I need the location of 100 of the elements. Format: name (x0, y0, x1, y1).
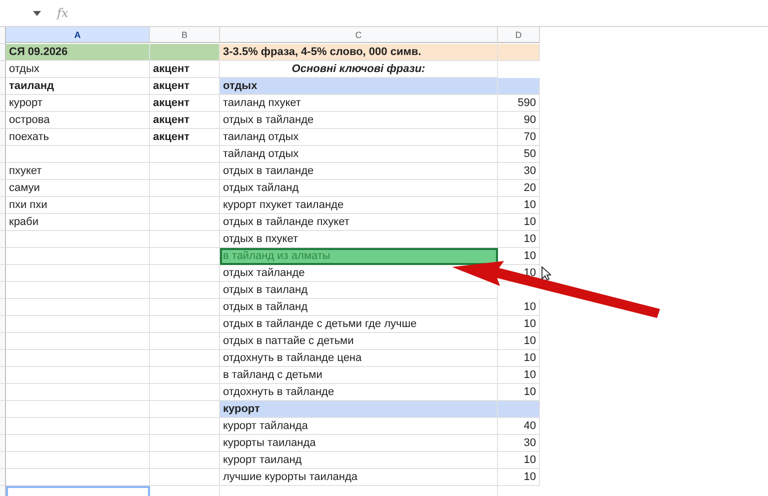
table-cell[interactable] (150, 452, 220, 469)
table-cell[interactable] (150, 469, 220, 486)
table-cell[interactable] (6, 146, 150, 163)
cell-text: 30 (524, 165, 536, 177)
table-cell[interactable] (6, 401, 150, 418)
caret-icon[interactable] (33, 10, 41, 16)
table-cell[interactable] (6, 248, 150, 265)
table-cell[interactable] (6, 452, 150, 469)
row-header[interactable] (0, 265, 6, 282)
table-cell[interactable] (6, 282, 150, 299)
cell-text: акцент (153, 131, 190, 143)
heading-cell[interactable]: 3-3.5% фраза, 4-5% слово, 000 симв. (220, 44, 498, 61)
cell-text: 20 (524, 182, 536, 194)
row-header[interactable] (0, 163, 6, 180)
heading-text: акцент (153, 63, 190, 75)
row-header[interactable] (0, 78, 6, 95)
heading-cell[interactable]: СЯ 09.2026 (6, 44, 150, 61)
column-header[interactable]: D (498, 27, 540, 43)
cell-text: 40 (524, 420, 536, 432)
row-header[interactable] (0, 418, 6, 435)
cell-text: таиланд пхукет (223, 97, 301, 109)
table-cell[interactable] (150, 282, 220, 299)
cell-text: курорт (9, 97, 42, 109)
table-cell[interactable] (150, 316, 220, 333)
table-cell[interactable] (150, 367, 220, 384)
row-header[interactable] (0, 350, 6, 367)
table-cell[interactable] (150, 231, 220, 248)
table-cell[interactable] (6, 418, 150, 435)
row-header[interactable] (0, 44, 6, 61)
table-cell[interactable] (6, 350, 150, 367)
row-header[interactable] (0, 95, 6, 112)
table-cell[interactable] (6, 367, 150, 384)
row-header[interactable] (0, 214, 6, 231)
heading-text: Основні ключові фрази: (292, 63, 426, 75)
cell-text: отдых в тайланд (223, 301, 308, 313)
column-header[interactable]: B (150, 27, 220, 43)
cell-text: таиланд отдых (223, 131, 299, 143)
table-cell[interactable] (6, 316, 150, 333)
corner-header[interactable] (0, 27, 6, 44)
cell-text: 10 (524, 454, 536, 466)
table-cell[interactable] (150, 146, 220, 163)
row-header[interactable] (0, 197, 6, 214)
table-cell[interactable] (6, 469, 150, 486)
table-cell[interactable] (6, 265, 150, 282)
heading-cell[interactable] (150, 44, 220, 61)
row-header[interactable] (0, 384, 6, 401)
cell-text: отдых в тайланде пхукет (223, 216, 350, 228)
table-cell[interactable] (150, 299, 220, 316)
table-cell[interactable] (150, 197, 220, 214)
table-cell[interactable] (150, 350, 220, 367)
cell-text: пхи пхи (9, 199, 48, 211)
table-cell[interactable] (150, 265, 220, 282)
row-header[interactable] (0, 333, 6, 350)
table-cell[interactable] (150, 435, 220, 452)
cell-text: 50 (524, 148, 536, 160)
cell-text: отдых тайланд (223, 182, 299, 194)
cell-text: курорт тайланда (223, 420, 308, 432)
heading-cell[interactable] (498, 44, 540, 61)
row-header[interactable] (0, 180, 6, 197)
row-header[interactable] (0, 146, 6, 163)
column-header[interactable]: A (6, 27, 150, 43)
row-header[interactable] (0, 112, 6, 129)
heading-cell[interactable]: курорт (220, 401, 498, 418)
table-cell[interactable] (150, 214, 220, 231)
cell-text: таиланд (9, 80, 54, 92)
cell-text: 10 (524, 318, 536, 330)
row-header[interactable] (0, 316, 6, 333)
row-header[interactable] (0, 231, 6, 248)
cell-text: 10 (524, 386, 536, 398)
row-header[interactable] (0, 401, 6, 418)
row-header[interactable] (0, 129, 6, 146)
row-header[interactable] (0, 435, 6, 452)
table-cell[interactable] (150, 418, 220, 435)
table-cell[interactable] (6, 384, 150, 401)
cell-text: акцент (153, 80, 190, 92)
table-cell[interactable] (6, 299, 150, 316)
table-cell[interactable] (150, 333, 220, 350)
table-cell[interactable] (6, 435, 150, 452)
heading-cell[interactable] (498, 78, 540, 95)
row-header[interactable] (0, 299, 6, 316)
cell-text: акцент (153, 114, 190, 126)
table-cell[interactable] (6, 231, 150, 248)
cell-text: 10 (524, 335, 536, 347)
row-header[interactable] (0, 469, 6, 486)
row-header[interactable] (0, 452, 6, 469)
column-header[interactable]: C (220, 27, 498, 43)
cell-text: курорт таиланд (223, 454, 302, 466)
row-header[interactable] (0, 282, 6, 299)
row-header[interactable] (0, 248, 6, 265)
heading-cell[interactable]: отдых (220, 78, 498, 95)
heading-cell[interactable] (498, 401, 540, 418)
table-cell[interactable] (150, 163, 220, 180)
row-header[interactable] (0, 61, 6, 78)
table-cell[interactable] (150, 180, 220, 197)
heading-text: отдых (9, 63, 40, 75)
row-header[interactable] (0, 367, 6, 384)
cell-text: курорты таиланда (223, 437, 316, 449)
cell-text: 10 (524, 301, 536, 313)
table-cell[interactable] (150, 384, 220, 401)
table-cell[interactable] (6, 333, 150, 350)
